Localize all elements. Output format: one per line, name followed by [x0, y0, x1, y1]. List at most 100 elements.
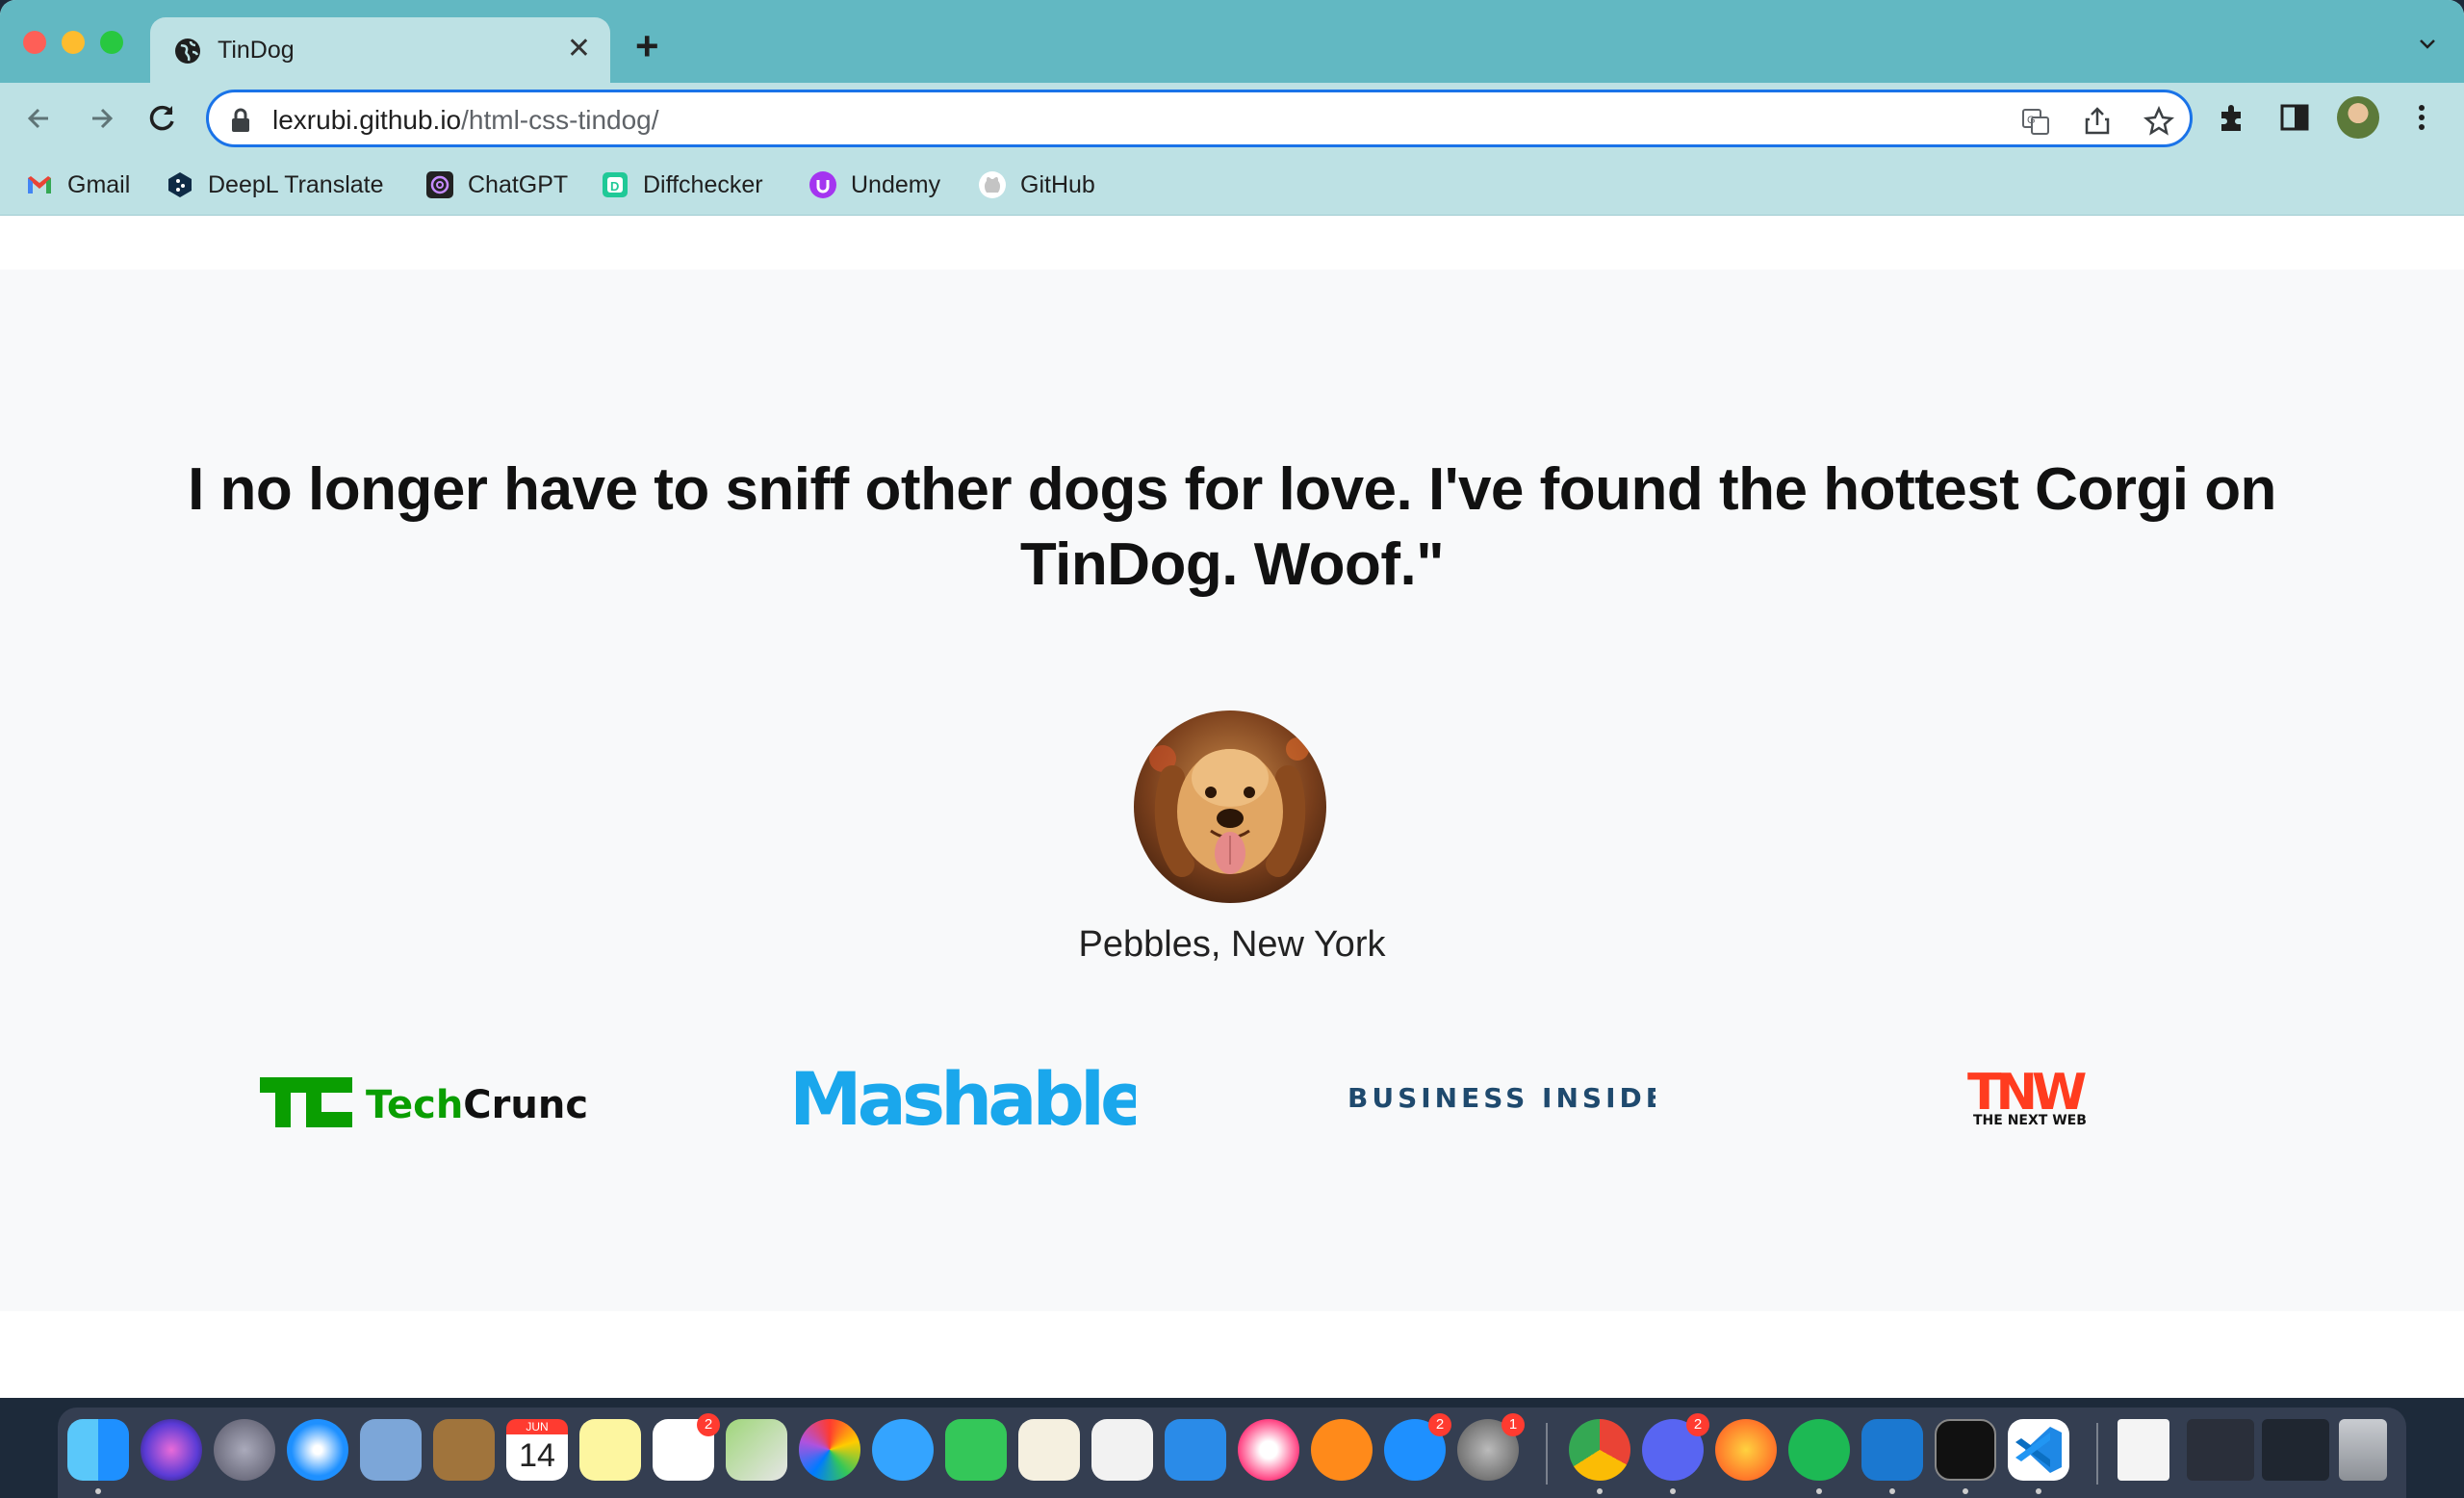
keynote-icon[interactable] — [1165, 1419, 1226, 1481]
profile-avatar[interactable] — [2337, 96, 2379, 139]
forward-arrow-icon[interactable] — [81, 98, 121, 139]
chrome-icon[interactable] — [1569, 1419, 1630, 1481]
close-tab-icon[interactable]: ✕ — [567, 33, 591, 65]
bookmark-label: GitHub — [1020, 170, 1095, 198]
svg-text:G: G — [2027, 115, 2036, 126]
diffchecker-icon: D — [603, 172, 628, 197]
chatgpt-icon — [426, 171, 453, 198]
techcrunch-tech: Tech — [366, 1083, 463, 1127]
running-indicator — [1963, 1488, 1968, 1494]
business-insider-logo: BUSINESS INSIDER — [1348, 1078, 1688, 1117]
minimized-window-thumbnail[interactable] — [2262, 1419, 2329, 1481]
running-indicator — [95, 1488, 101, 1494]
siri-icon[interactable] — [141, 1419, 202, 1481]
calendar-icon[interactable]: JUN 14 — [506, 1419, 568, 1481]
close-window-button[interactable] — [23, 31, 46, 54]
bookmark-label: Undemy — [851, 170, 941, 198]
maximize-window-button[interactable] — [100, 31, 123, 54]
vscode-icon[interactable] — [2008, 1419, 2069, 1481]
tnw-logo: TNW THE NEXT WEB — [1967, 1064, 2106, 1128]
photos-icon[interactable] — [799, 1419, 860, 1481]
pages-icon[interactable] — [1018, 1419, 1080, 1481]
trash-icon[interactable] — [2339, 1419, 2387, 1481]
hotspot-shield-icon[interactable] — [1715, 1419, 1777, 1481]
bookmark-label: ChatGPT — [468, 170, 569, 198]
messages-icon[interactable] — [872, 1419, 934, 1481]
notes-icon[interactable] — [579, 1419, 641, 1481]
tab-tindog[interactable]: TinDog ✕ — [150, 17, 610, 83]
document-icon[interactable] — [2118, 1419, 2169, 1481]
bookmarks-bar: Gmail DeepL Translate ChatGPT D Diffchec… — [0, 154, 2464, 216]
extensions-icon[interactable] — [2216, 100, 2250, 135]
facetime-icon[interactable] — [945, 1419, 1007, 1481]
macos-dock: JUN 14 2 2 1 2 — [58, 1408, 2406, 1498]
globe-icon — [175, 39, 200, 64]
notification-badge: 2 — [1428, 1413, 1451, 1436]
bookmark-star-icon[interactable] — [2143, 106, 2174, 137]
running-indicator — [1597, 1488, 1603, 1494]
testimonial-quote: I no longer have to sniff other dogs for… — [188, 456, 2276, 598]
music-icon[interactable] — [1238, 1419, 1299, 1481]
mashable-logo: Mashable — [789, 1056, 1151, 1142]
bookmark-deepl[interactable]: DeepL Translate — [166, 166, 384, 204]
dog-avatar — [1134, 710, 1326, 903]
running-indicator — [2036, 1488, 2041, 1494]
spotify-icon[interactable] — [1788, 1419, 1850, 1481]
app-store-icon[interactable]: 2 — [1384, 1413, 1451, 1481]
calendar-month: JUN — [506, 1419, 568, 1434]
url-text[interactable]: lexrubi.github.io/html-css-tindog/ — [272, 105, 659, 136]
bookmark-label: Gmail — [67, 170, 131, 198]
running-indicator — [1889, 1488, 1895, 1494]
reminders-icon[interactable]: 2 — [653, 1413, 720, 1481]
lock-icon[interactable] — [230, 108, 251, 133]
finder-icon[interactable] — [67, 1419, 129, 1481]
bookmark-chatgpt[interactable]: ChatGPT — [425, 166, 568, 204]
testimonial-section: I no longer have to sniff other dogs for… — [0, 270, 2464, 1311]
system-settings-icon[interactable]: 1 — [1457, 1413, 1525, 1481]
svg-text:TechCrunch: TechCrunch — [366, 1083, 587, 1127]
more-menu-icon[interactable] — [2404, 100, 2439, 135]
bookmark-gmail[interactable]: Gmail — [25, 166, 130, 204]
udemy-icon — [809, 171, 836, 198]
bookmark-udemy[interactable]: Undemy — [808, 166, 940, 204]
preview-icon[interactable] — [360, 1419, 422, 1481]
notification-badge: 2 — [1686, 1413, 1709, 1436]
notification-badge: 1 — [1502, 1413, 1525, 1436]
testimonial-author: Pebbles, New York — [1078, 924, 1386, 965]
safari-icon[interactable] — [287, 1419, 348, 1481]
contacts-icon[interactable] — [433, 1419, 495, 1481]
address-bar[interactable]: lexrubi.github.io/html-css-tindog/ G — [206, 90, 2193, 147]
books-icon[interactable] — [1311, 1419, 1373, 1481]
tab-strip: TinDog ✕ + — [0, 0, 2464, 83]
dock-separator — [2096, 1423, 2098, 1485]
maps-icon[interactable] — [726, 1419, 787, 1481]
bookmark-diffchecker[interactable]: D Diffchecker — [601, 166, 763, 204]
gmail-icon — [28, 176, 51, 194]
back-arrow-icon[interactable] — [19, 98, 60, 139]
vscode-glyph — [2015, 1427, 2062, 1473]
bookmark-github[interactable]: GitHub — [978, 166, 1095, 204]
webstorm-icon[interactable] — [1861, 1419, 1923, 1481]
launchpad-icon[interactable] — [214, 1419, 275, 1481]
url-path: /html-css-tindog/ — [461, 105, 659, 135]
svg-text:D: D — [610, 179, 619, 194]
notification-badge: 2 — [697, 1413, 720, 1436]
github-icon — [979, 171, 1006, 198]
techcrunch-logo: TechCrunch — [260, 1073, 616, 1131]
discord-icon[interactable]: 2 — [1642, 1413, 1709, 1481]
side-panel-icon[interactable] — [2277, 100, 2312, 135]
deepl-icon — [168, 172, 192, 197]
minimize-window-button[interactable] — [62, 31, 85, 54]
tnw-subtitle: THE NEXT WEB — [1973, 1113, 2087, 1128]
terminal-icon[interactable] — [1935, 1419, 1996, 1481]
share-icon[interactable] — [2082, 106, 2113, 137]
reload-icon[interactable] — [142, 98, 183, 139]
translate-icon[interactable]: G — [2020, 106, 2051, 137]
browser-toolbar: lexrubi.github.io/html-css-tindog/ G — [0, 83, 2464, 154]
minimized-window-thumbnail[interactable] — [2187, 1419, 2254, 1481]
bookmark-label: DeepL Translate — [208, 170, 384, 198]
chevron-down-icon[interactable] — [2416, 33, 2439, 56]
mashable-wordmark: Mashable — [789, 1061, 1136, 1138]
numbers-icon[interactable] — [1091, 1419, 1153, 1481]
new-tab-button[interactable]: + — [635, 26, 659, 66]
